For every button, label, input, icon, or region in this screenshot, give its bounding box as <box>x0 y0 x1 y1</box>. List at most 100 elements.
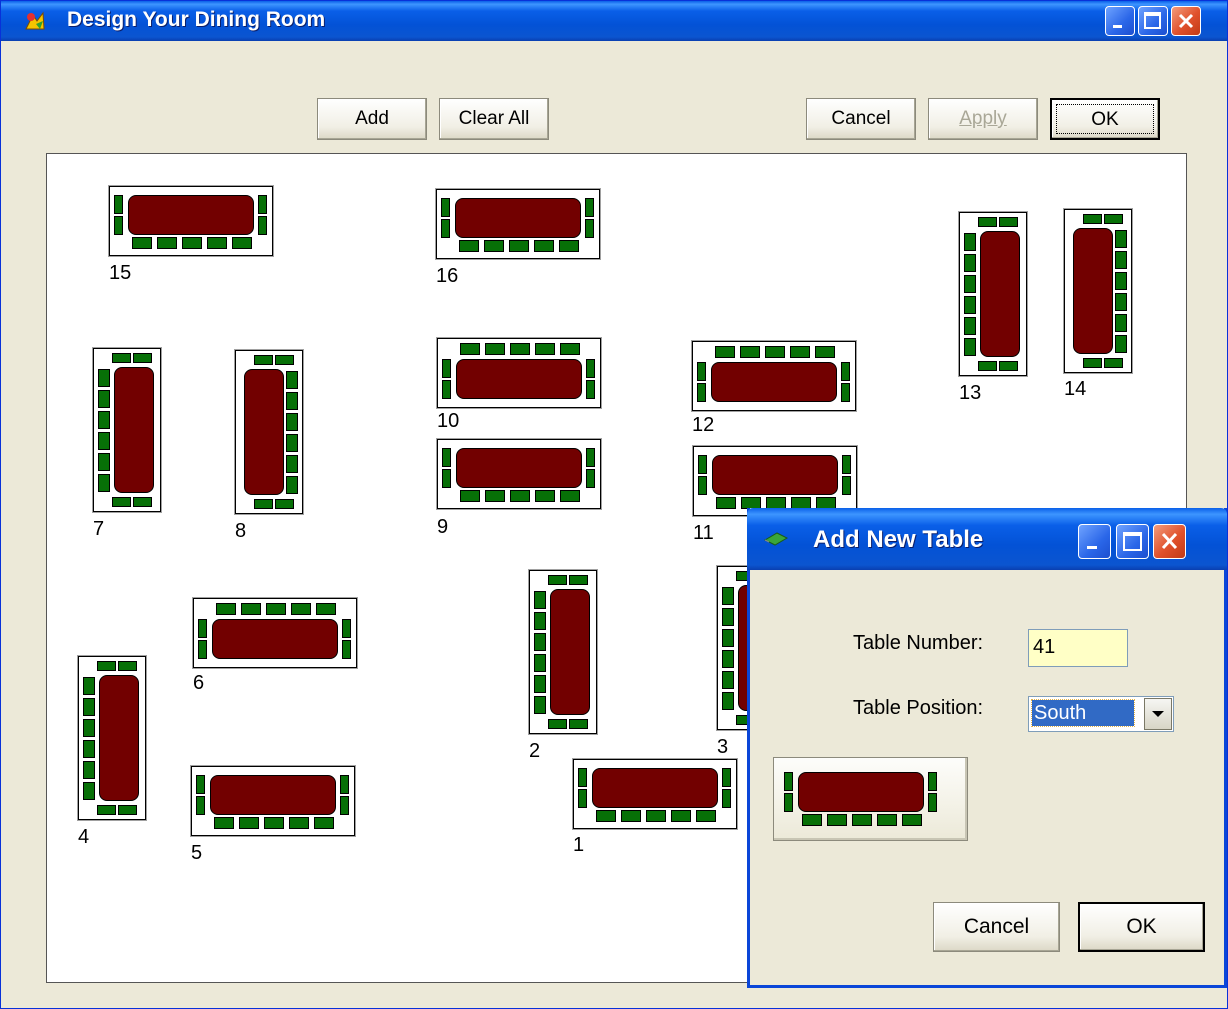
dialog-maximize-button[interactable] <box>1116 524 1149 559</box>
dining-table[interactable] <box>1064 209 1132 373</box>
dining-table[interactable] <box>692 341 856 411</box>
chair <box>98 390 110 408</box>
table-preview <box>773 757 968 841</box>
minimize-button[interactable] <box>1105 6 1135 36</box>
apply-button[interactable]: Apply <box>928 98 1038 140</box>
minimize-icon <box>1113 25 1122 28</box>
table-top <box>798 772 924 812</box>
dining-table[interactable] <box>93 348 161 512</box>
dialog-minimize-button[interactable] <box>1078 524 1111 559</box>
dropdown-button[interactable] <box>1144 698 1172 730</box>
minimize-icon <box>1087 546 1097 549</box>
chair <box>289 817 309 829</box>
dialog-cancel-button[interactable]: Cancel <box>933 902 1060 952</box>
chair <box>216 603 236 615</box>
ok-button[interactable]: OK <box>1050 98 1160 140</box>
add-button[interactable]: Add <box>317 98 427 140</box>
chair <box>928 793 937 812</box>
dining-table[interactable] <box>193 598 357 668</box>
chair <box>286 371 298 389</box>
chair <box>586 469 595 488</box>
chair <box>716 497 736 509</box>
dining-table[interactable] <box>78 656 146 820</box>
dialog-ok-button[interactable]: OK <box>1078 902 1205 952</box>
chair <box>722 629 734 647</box>
table-top <box>210 775 336 815</box>
chair <box>569 575 588 585</box>
dining-table[interactable] <box>529 570 597 734</box>
chair <box>1115 335 1127 353</box>
table-top <box>212 619 338 659</box>
dining-table[interactable] <box>109 186 273 256</box>
dining-table[interactable] <box>959 212 1027 376</box>
clear-all-button[interactable]: Clear All <box>439 98 549 140</box>
dining-table[interactable] <box>437 338 601 408</box>
chair <box>207 237 227 249</box>
chair <box>241 603 261 615</box>
chair <box>902 814 922 826</box>
table-icon <box>763 532 789 546</box>
chair <box>841 362 850 381</box>
table-top <box>456 448 582 488</box>
chair <box>286 434 298 452</box>
dining-table[interactable] <box>235 350 303 514</box>
chair <box>340 775 349 794</box>
chair <box>442 448 451 467</box>
chair <box>98 432 110 450</box>
chair <box>258 195 267 214</box>
chair <box>98 453 110 471</box>
chair <box>98 411 110 429</box>
dining-table[interactable] <box>191 766 355 836</box>
table-number-input[interactable]: 41 <box>1028 629 1128 667</box>
chair <box>999 361 1018 371</box>
chair <box>534 654 546 672</box>
chair <box>964 338 976 356</box>
chair <box>559 240 579 252</box>
dialog-close-button[interactable] <box>1153 524 1186 559</box>
chair <box>1104 214 1123 224</box>
chair <box>442 359 451 378</box>
table-number-label: 11 <box>693 522 714 544</box>
chair <box>842 476 851 495</box>
chair <box>740 346 760 358</box>
close-button[interactable] <box>1171 6 1201 36</box>
dining-table[interactable] <box>573 759 737 829</box>
chair <box>286 455 298 473</box>
chair <box>585 198 594 217</box>
chair <box>232 237 252 249</box>
chair <box>964 317 976 335</box>
dining-table[interactable] <box>436 189 600 259</box>
chair <box>722 671 734 689</box>
table-position-label: Table Position: <box>853 697 984 719</box>
chair <box>484 240 504 252</box>
chair <box>114 216 123 235</box>
table-top <box>456 359 582 399</box>
chair <box>586 359 595 378</box>
title-bar[interactable]: Design Your Dining Room <box>1 1 1227 41</box>
chair <box>586 448 595 467</box>
chair <box>722 692 734 710</box>
table-top <box>711 362 837 402</box>
chair <box>560 343 580 355</box>
chair <box>83 782 95 800</box>
chair <box>548 575 567 585</box>
chair <box>784 793 793 812</box>
dining-table[interactable] <box>437 439 601 509</box>
table-number-label: 15 <box>109 262 132 284</box>
table-top <box>244 369 284 495</box>
cancel-button[interactable]: Cancel <box>806 98 916 140</box>
dining-table[interactable] <box>693 446 857 516</box>
chevron-down-icon <box>1152 711 1164 717</box>
maximize-button[interactable] <box>1138 6 1168 36</box>
chair <box>264 817 284 829</box>
table-number-label: 4 <box>78 826 90 848</box>
table-number-label: 14 <box>1064 378 1087 400</box>
maximize-icon <box>1123 532 1142 551</box>
dialog-title-bar[interactable]: Add New Table <box>747 508 1227 570</box>
chair <box>534 591 546 609</box>
chair <box>841 383 850 402</box>
table-position-select[interactable]: South <box>1028 696 1174 732</box>
chair <box>314 817 334 829</box>
chair <box>258 216 267 235</box>
chair <box>534 612 546 630</box>
